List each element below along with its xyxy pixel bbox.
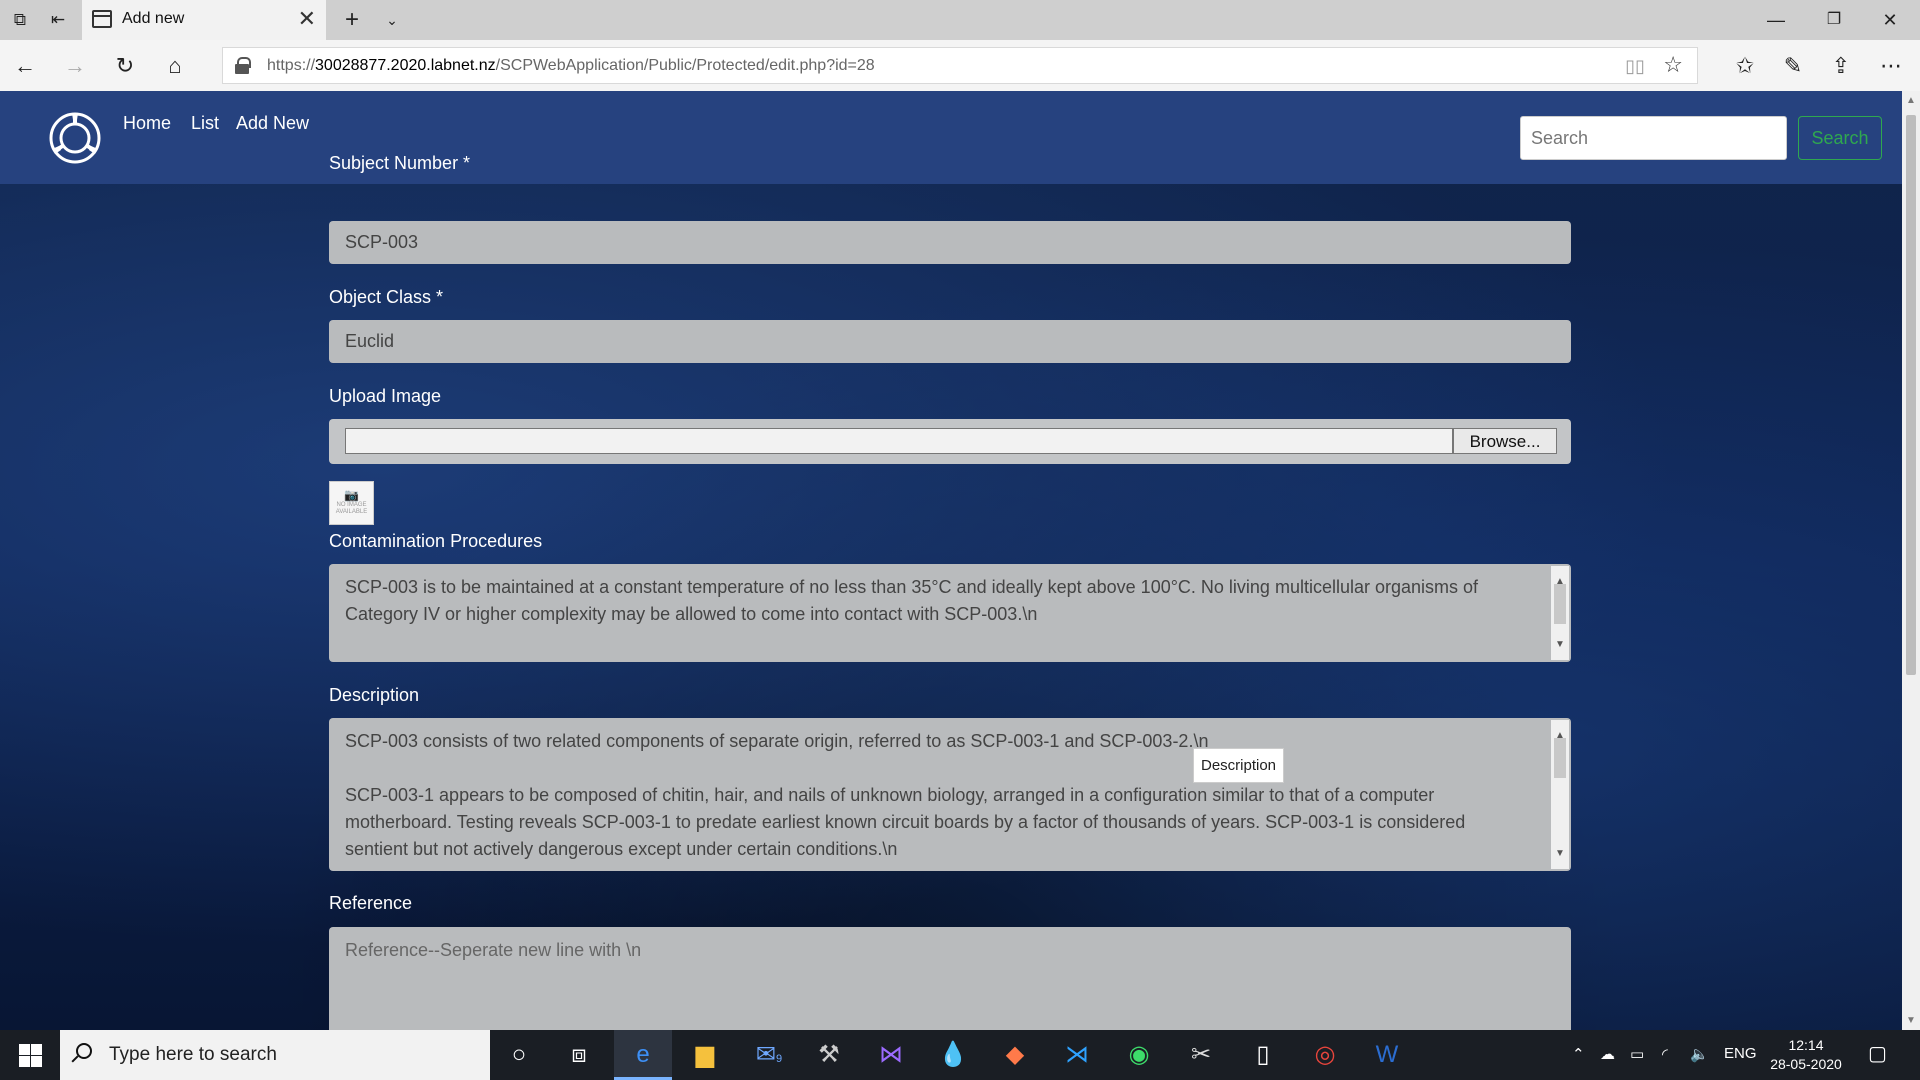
textarea-scrollbar[interactable]: ▲ ▼ (1551, 720, 1569, 869)
textarea-scrollbar[interactable]: ▲ ▼ (1551, 566, 1569, 660)
file-upload-field[interactable]: Browse... (329, 419, 1571, 464)
upload-image-label: Upload Image (329, 386, 442, 406)
containment-text: SCP-003 is to be maintained at a constan… (345, 577, 1479, 624)
no-image-thumbnail: 📷 NO IMAGE AVAILABLE (329, 481, 374, 525)
description-textarea[interactable]: SCP-003 consists of two related componen… (329, 718, 1571, 871)
volume-icon[interactable]: 🔈 (1690, 1045, 1709, 1063)
scp-logo-icon (49, 112, 101, 164)
scroll-thumb[interactable] (1906, 115, 1916, 675)
home-icon[interactable]: ⌂ (160, 51, 190, 81)
tab-preview-chevron-icon[interactable]: ⌄ (380, 8, 404, 32)
page-viewport: Home List Add New Search Search Subject … (0, 91, 1902, 1030)
favorite-star-icon[interactable]: ☆ (1663, 52, 1683, 78)
tab-actions-icon[interactable]: ⧉ (8, 8, 32, 32)
nav-list-link[interactable]: List (191, 113, 219, 134)
visual-studio-icon[interactable]: ⋈ (862, 1030, 920, 1080)
taskbar-search-box[interactable]: Type here to search (60, 1030, 490, 1080)
nav-add-new-link[interactable]: Add New (236, 113, 309, 134)
browser-toolbar: ← → ↻ ⌂ https://30028877.2020.labnet.nz/… (0, 40, 1920, 91)
no-image-text: NO IMAGE AVAILABLE (335, 502, 368, 515)
browse-button[interactable]: Browse... (1453, 428, 1557, 454)
set-aside-tabs-icon[interactable]: ⇤ (46, 8, 70, 32)
onedrive-icon[interactable]: ☁ (1600, 1045, 1615, 1063)
notepad-icon[interactable]: ▯ (1234, 1030, 1292, 1080)
containment-textarea[interactable]: SCP-003 is to be maintained at a constan… (329, 564, 1571, 662)
object-class-label: Object Class * (329, 287, 444, 307)
containment-label: Contamination Procedures (329, 531, 543, 551)
paint-app-icon[interactable]: 💧 (924, 1030, 982, 1080)
restore-icon[interactable]: ❐ (1804, 4, 1864, 36)
subject-number-label: Subject Number * (329, 153, 471, 173)
figma-icon[interactable]: ◆ (986, 1030, 1044, 1080)
file-explorer-icon[interactable]: ▆ (676, 1030, 734, 1080)
new-tab-icon[interactable]: + (340, 8, 364, 32)
favorites-icon[interactable]: ✩ (1730, 51, 1760, 81)
clock[interactable]: 12:14 28-05-2020 (1766, 1036, 1846, 1074)
reference-textarea[interactable]: Reference--Seperate new line with \n (329, 927, 1571, 1030)
word-icon[interactable]: W (1358, 1030, 1416, 1080)
nav-home-link[interactable]: Home (123, 113, 171, 134)
search-button[interactable]: Search (1798, 116, 1882, 160)
address-bar[interactable]: https://30028877.2020.labnet.nz/SCPWebAp… (222, 47, 1698, 84)
vscode-icon[interactable]: ⋊ (1048, 1030, 1106, 1080)
whatsapp-icon[interactable]: ◉ (1110, 1030, 1168, 1080)
cortana-icon[interactable]: ○ (490, 1030, 548, 1080)
description-tooltip: Description (1193, 748, 1284, 783)
object-class-input[interactable]: Euclid (329, 320, 1571, 363)
snip-tool-icon[interactable]: ✂ (1172, 1030, 1230, 1080)
pen-notes-icon[interactable]: ✎ (1778, 51, 1808, 81)
show-hidden-icons-icon[interactable]: ⌃ (1572, 1045, 1585, 1063)
chrome-icon[interactable]: ◎ (1296, 1030, 1354, 1080)
windows-taskbar: Type here to search ○ ⧈ e ▆ ✉9 ⚒ ⋈ 💧 ◆ ⋊… (0, 1030, 1920, 1080)
more-options-icon[interactable]: ⋯ (1876, 51, 1906, 81)
active-tab[interactable]: Add new ✕ (82, 0, 326, 40)
reference-placeholder: Reference--Seperate new line with \n (345, 940, 642, 960)
close-tab-icon[interactable]: ✕ (298, 6, 316, 32)
site-navbar: Home List Add New Search Search (0, 91, 1902, 184)
share-icon[interactable]: ⇪ (1826, 51, 1856, 81)
minimize-icon[interactable]: — (1746, 4, 1806, 36)
camera-icon: 📷 (344, 488, 359, 502)
notifications-icon[interactable]: ▢ (1868, 1041, 1887, 1066)
description-text-2: SCP-003-1 appears to be composed of chit… (345, 785, 1466, 859)
page-scrollbar[interactable]: ▲ ▼ (1902, 91, 1920, 1030)
close-window-icon[interactable]: ✕ (1860, 4, 1920, 36)
search-input[interactable]: Search (1520, 116, 1787, 160)
refresh-icon[interactable]: ↻ (110, 51, 140, 81)
browser-tab-bar: ⧉ ⇤ Add new ✕ + ⌄ — ❐ ✕ (0, 0, 1920, 40)
file-path-input[interactable] (345, 428, 1453, 454)
url-text: https://30028877.2020.labnet.nz/SCPWebAp… (267, 57, 875, 74)
reference-label: Reference (329, 893, 413, 913)
language-indicator[interactable]: ENG (1724, 1045, 1757, 1062)
mail-icon[interactable]: ✉9 (740, 1030, 798, 1080)
description-label: Description (329, 685, 420, 705)
search-icon (76, 1043, 92, 1059)
battery-icon[interactable]: ▭ (1630, 1045, 1644, 1063)
reading-view-icon[interactable]: ▯▯ (1625, 56, 1645, 77)
scroll-down-icon[interactable]: ▼ (1906, 1015, 1916, 1026)
subject-number-input[interactable]: SCP-003 (329, 221, 1571, 264)
task-view-icon[interactable]: ⧈ (550, 1030, 608, 1080)
back-icon[interactable]: ← (10, 51, 40, 81)
mail-badge: 9 (775, 1053, 783, 1065)
windows-start-icon[interactable] (0, 1030, 60, 1080)
taskbar-search-text: Type here to search (109, 1044, 277, 1065)
tools-app-icon[interactable]: ⚒ (800, 1030, 858, 1080)
description-text-1: SCP-003 consists of two related componen… (345, 731, 1209, 751)
page-icon (92, 10, 112, 28)
lock-icon (235, 57, 251, 74)
clock-date: 28-05-2020 (1770, 1056, 1842, 1072)
edge-browser-icon[interactable]: e (614, 1030, 672, 1080)
wifi-icon[interactable]: ◜ (1662, 1045, 1668, 1063)
clock-time: 12:14 (1788, 1037, 1824, 1053)
scroll-up-icon[interactable]: ▲ (1906, 95, 1916, 106)
tab-title: Add new (122, 10, 185, 27)
forward-icon[interactable]: → (60, 51, 90, 81)
